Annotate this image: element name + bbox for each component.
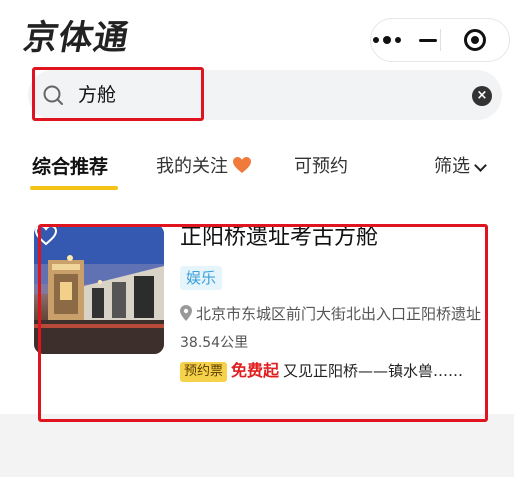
ticket-info: 预约票 免费起 又见正阳桥——镇水兽…… (180, 360, 490, 382)
address-text: 北京市东城区前门大街北出入口正阳桥遗址 (196, 305, 482, 323)
category-tag: 娱乐 (180, 266, 223, 290)
chevron-down-icon (474, 159, 487, 172)
price-text: 免费起 (231, 361, 280, 380)
app-logo: 京体通 (20, 18, 133, 58)
venue-address: 北京市东城区前门大街北出入口正阳桥遗址 (180, 304, 490, 324)
activity-description: 又见正阳桥——镇水兽…… (283, 362, 464, 380)
tab-following[interactable]: 我的关注 (156, 156, 252, 178)
tab-following-label: 我的关注 (156, 156, 228, 177)
venue-thumbnail (34, 224, 164, 354)
tab-recommend[interactable]: 综合推荐 (32, 156, 108, 178)
heart-icon (233, 157, 251, 173)
result-card[interactable]: 正阳桥遗址考古方舱 娱乐 北京市东城区前门大街北出入口正阳桥遗址 38.54公里… (30, 224, 490, 382)
more-button[interactable] (371, 19, 440, 61)
tab-bookable[interactable]: 可预约 (294, 156, 348, 178)
search-bar[interactable]: 方舱 × (28, 70, 502, 120)
tab-bar: 综合推荐 我的关注 可预约 筛选 (0, 128, 514, 190)
result-list: 正阳桥遗址考古方舱 娱乐 北京市东城区前门大街北出入口正阳桥遗址 38.54公里… (0, 190, 514, 414)
search-input[interactable]: 方舱 (78, 84, 116, 106)
location-pin-icon (180, 305, 192, 321)
favorite-heart-icon[interactable] (34, 224, 58, 246)
app-page: 京体通 方舱 × 综合推荐 我的关注 可预约 筛选 正阳桥遗址考古方舱 娱乐 北… (0, 0, 514, 477)
close-mini-program-button[interactable] (441, 19, 510, 61)
header: 京体通 方舱 × (0, 0, 514, 128)
filter-button[interactable]: 筛选 (434, 156, 487, 178)
venue-title: 正阳桥遗址考古方舱 (180, 225, 379, 250)
ticket-badge: 预约票 (180, 362, 228, 382)
filter-label: 筛选 (434, 156, 470, 177)
mini-program-capsule (370, 18, 510, 62)
more-dots-icon (373, 36, 402, 44)
search-icon (43, 85, 63, 105)
clear-icon[interactable]: × (472, 86, 492, 106)
minimize-icon[interactable] (419, 38, 438, 42)
distance-text: 38.54公里 (180, 335, 249, 351)
close-target-icon (463, 29, 486, 51)
